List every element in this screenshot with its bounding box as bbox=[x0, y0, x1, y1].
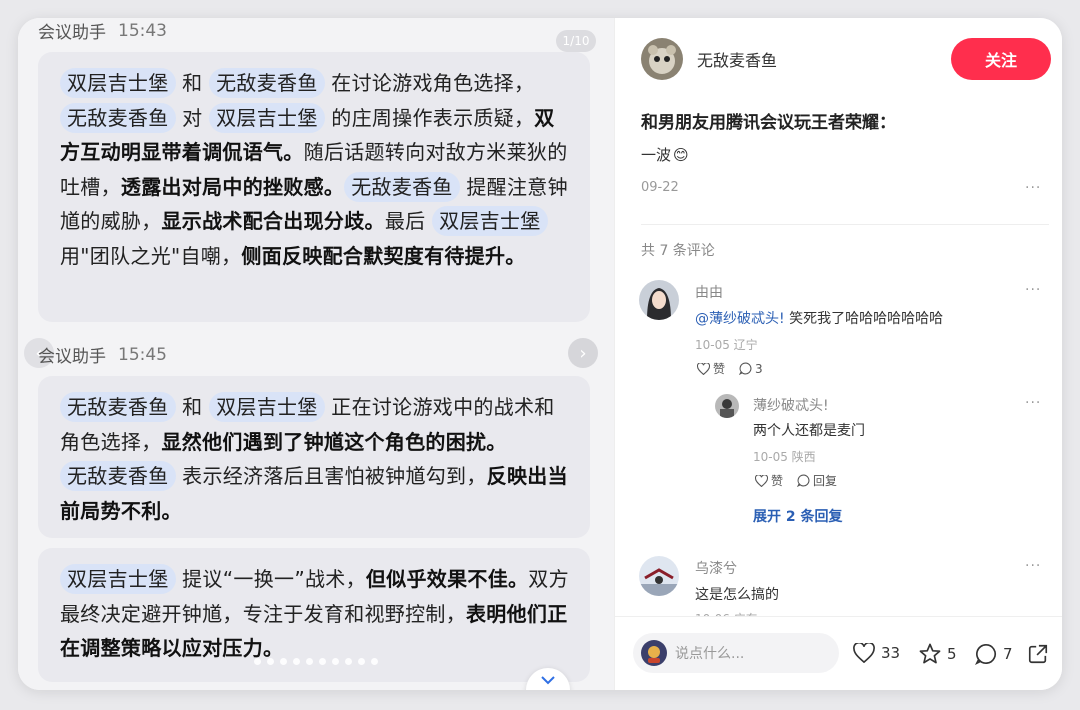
summary-text: 的庄周操作表示质疑， bbox=[324, 105, 535, 130]
comment-input-placeholder: 说点什么... bbox=[675, 646, 745, 662]
summary-text: 用"团队之光"自嘲， bbox=[60, 243, 242, 268]
reply-more-icon[interactable]: ··· bbox=[1025, 395, 1041, 411]
participant-chip[interactable]: 无敌麦香鱼 bbox=[60, 102, 176, 133]
participant-chip[interactable]: 双层吉士堡 bbox=[60, 68, 176, 98]
main-card: 会议助手 15:43 1/10 双层吉士堡 和 无敌麦香鱼 在讨论游戏角色选择，… bbox=[18, 18, 1062, 690]
participant-chip[interactable]: 无敌麦香鱼 bbox=[60, 392, 176, 422]
smile-emoji-icon: 😊 bbox=[673, 145, 689, 164]
share-button[interactable] bbox=[1027, 643, 1049, 665]
commenter-name[interactable]: 乌漆兮 bbox=[695, 558, 737, 578]
like-button[interactable]: 赞 bbox=[697, 360, 725, 377]
comment-more-icon[interactable]: ··· bbox=[1025, 282, 1041, 298]
participant-chip[interactable]: 双层吉士堡 bbox=[209, 102, 325, 133]
reply-like-button[interactable]: 赞 bbox=[755, 472, 783, 489]
commenter-name[interactable]: 由由 bbox=[695, 282, 723, 302]
comment-actions: 赞 3 bbox=[697, 360, 763, 377]
user-avatar-icon bbox=[641, 640, 667, 666]
summary-text: 提议“一换一”战术， bbox=[175, 567, 366, 591]
highlight-text: 但似乎效果不佳。 bbox=[365, 567, 529, 591]
bottom-action-bar: 说点什么... 33 5 7 bbox=[615, 616, 1062, 690]
author-name[interactable]: 无敌麦香鱼 bbox=[697, 47, 777, 71]
share-icon bbox=[1028, 644, 1048, 664]
pagination-dots[interactable] bbox=[254, 658, 378, 665]
summary-text: 和 bbox=[175, 71, 210, 95]
post-body: 一波 😊 bbox=[641, 144, 689, 165]
highlight-text: 侧面反映配合默契度有待提升。 bbox=[241, 243, 526, 268]
reply-author[interactable]: 薄纱破忒头! bbox=[753, 395, 829, 415]
participant-chip[interactable]: 双层吉士堡 bbox=[209, 392, 325, 422]
author-info[interactable]: 无敌麦香鱼 bbox=[641, 38, 777, 80]
post-panel: 无敌麦香鱼 关注 和男朋友用腾讯会议玩王者荣耀： 一波 😊 09-22 ··· … bbox=[614, 18, 1062, 690]
comment-meta: 10-05 辽宁 bbox=[695, 338, 758, 352]
comment-more-icon[interactable]: ··· bbox=[1025, 558, 1041, 574]
message-time: 15:43 bbox=[118, 20, 167, 41]
comment-body: 笑死我了哈哈哈哈哈哈哈 bbox=[784, 311, 944, 327]
comment-bubble-icon bbox=[975, 644, 996, 665]
reply-count: 3 bbox=[755, 361, 763, 376]
sender-name: 会议助手 bbox=[38, 347, 106, 367]
message-header-2: 会议助手 15:45 bbox=[38, 342, 167, 368]
star-icon bbox=[919, 643, 941, 664]
next-arrow-icon[interactable]: › bbox=[568, 338, 598, 368]
comment-count-button[interactable]: 7 bbox=[975, 643, 1013, 665]
like-count: 33 bbox=[881, 644, 901, 662]
reply-text: 两个人还都是麦门 bbox=[753, 423, 865, 439]
participant-chip[interactable]: 无敌麦香鱼 bbox=[60, 461, 176, 491]
participant-chip[interactable]: 无敌麦香鱼 bbox=[344, 171, 460, 202]
comment-total: 7 bbox=[1003, 645, 1013, 663]
reply-label: 回复 bbox=[813, 474, 838, 488]
post-body-text: 一波 bbox=[641, 146, 672, 164]
follow-button[interactable]: 关注 bbox=[951, 38, 1051, 80]
page-indicator: 1/10 bbox=[556, 30, 596, 52]
summary-bubble-1: 双层吉士堡 和 无敌麦香鱼 在讨论游戏角色选择，无敌麦香鱼 对 双层吉士堡 的庄… bbox=[38, 52, 590, 322]
comment-bubble-icon bbox=[797, 474, 810, 487]
comment-bubble-icon bbox=[739, 362, 752, 375]
reply-actions: 赞 回复 bbox=[755, 472, 837, 489]
highlight-text: 透露出对局中的挫败感。 bbox=[120, 174, 345, 199]
heart-icon bbox=[697, 362, 710, 375]
chevron-down-icon bbox=[541, 676, 555, 685]
message-header-1: 会议助手 15:43 bbox=[38, 18, 167, 44]
reply-count-button[interactable]: 3 bbox=[739, 362, 763, 376]
star-count-button[interactable]: 5 bbox=[919, 643, 957, 664]
mention-link[interactable]: @薄纱破忒头! bbox=[695, 311, 785, 327]
reply-meta: 10-05 陕西 bbox=[753, 450, 816, 464]
post-date: 09-22 bbox=[641, 180, 679, 195]
summary-text: 在讨论游戏角色选择， bbox=[324, 71, 535, 95]
more-options-icon[interactable]: ··· bbox=[1025, 180, 1041, 196]
summary-bubble-2: 无敌麦香鱼 和 双层吉士堡 正在讨论游戏中的战术和角色选择，显然他们遇到了钟馗这… bbox=[38, 376, 590, 538]
heart-icon bbox=[755, 474, 768, 487]
summary-text: 表示经济落后且害怕被钟馗勾到， bbox=[175, 464, 487, 488]
participant-chip[interactable]: 无敌麦香鱼 bbox=[209, 68, 325, 98]
summary-panel: 会议助手 15:43 1/10 双层吉士堡 和 无敌麦香鱼 在讨论游戏角色选择，… bbox=[18, 18, 614, 690]
summary-text: 对 bbox=[175, 105, 210, 130]
divider bbox=[641, 224, 1049, 225]
comment-input[interactable]: 说点什么... bbox=[633, 633, 839, 673]
highlight-text: 显示战术配合出现分歧。 bbox=[161, 209, 385, 233]
summary-text: 和 bbox=[175, 395, 210, 419]
like-label: 赞 bbox=[771, 474, 784, 488]
star-count: 5 bbox=[947, 644, 957, 663]
reply-avatar[interactable] bbox=[715, 394, 739, 418]
message-time: 15:45 bbox=[118, 344, 167, 365]
expand-replies-link[interactable]: 展开 2 条回复 bbox=[753, 506, 843, 526]
commenter-avatar[interactable] bbox=[639, 556, 679, 596]
comment-text: 这是怎么搞的 bbox=[695, 587, 779, 603]
comment-text: @薄纱破忒头! 笑死我了哈哈哈哈哈哈哈 bbox=[695, 308, 943, 328]
like-count-button[interactable]: 33 bbox=[853, 643, 900, 663]
author-avatar[interactable] bbox=[641, 38, 683, 80]
participant-chip[interactable]: 双层吉士堡 bbox=[432, 206, 548, 236]
reply-button[interactable]: 回复 bbox=[797, 472, 837, 489]
participant-chip[interactable]: 双层吉士堡 bbox=[60, 564, 176, 594]
sender-name: 会议助手 bbox=[38, 23, 106, 43]
heart-icon bbox=[853, 643, 875, 663]
highlight-text: 显然他们遇到了钟馗这个角色的困扰。 bbox=[161, 429, 507, 454]
commenter-avatar[interactable] bbox=[639, 280, 679, 320]
like-label: 赞 bbox=[713, 362, 726, 376]
comment-count: 共 7 条评论 bbox=[641, 243, 715, 259]
summary-text: 最后 bbox=[384, 209, 433, 233]
post-title: 和男朋友用腾讯会议玩王者荣耀： bbox=[641, 113, 896, 133]
